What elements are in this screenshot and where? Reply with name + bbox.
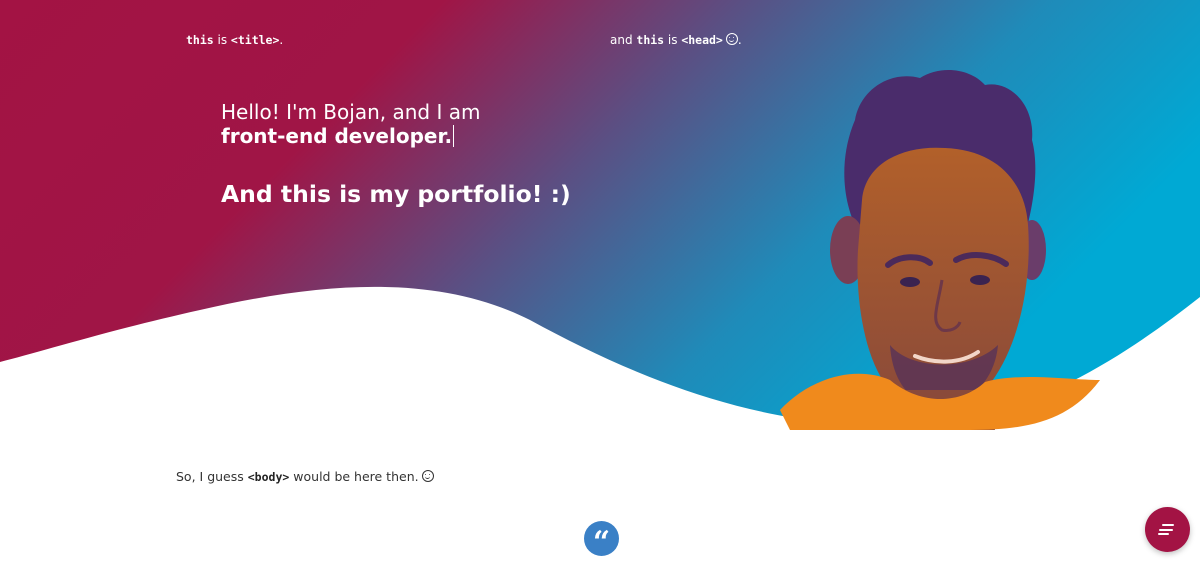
menu-button[interactable] [1145,507,1190,552]
title-note: this is <title>. [186,33,283,47]
menu-icon-bar [1158,533,1169,535]
head-tag: <head> [681,33,723,47]
quote-icon: “ [584,521,619,560]
intro-text: Hello! I'm Bojan, and I am front-end dev… [221,100,480,148]
portrait-photo [780,69,1100,430]
title-tag: <title> [230,33,280,47]
head-note-end: . [737,33,742,47]
head-note-keyword: this [636,33,665,47]
body-tag: <body> [247,470,290,484]
head-note: and this is <head>. [610,33,742,47]
portfolio-headline: And this is my portfolio! :) [221,180,571,208]
title-note-end: . [279,33,284,47]
head-note-middle: is [664,33,682,47]
body-note-prefix: So, I guess [176,469,248,484]
smiley-icon [725,33,738,45]
title-note-middle: is [213,33,231,47]
title-note-keyword: this [186,33,214,47]
typing-cursor [453,125,455,147]
menu-icon-bar [1162,524,1174,526]
menu-icon-bar [1159,528,1173,531]
role-text: front-end developer. [221,124,453,148]
body-note: So, I guess <body> would be here then. [176,469,434,484]
role-line: front-end developer. [221,124,480,148]
smiley-icon [421,470,434,482]
greeting-text: Hello! I'm Bojan, and I am [221,100,481,124]
portfolio-page: this is <title>. and this is <head>. Hel… [0,0,1200,567]
body-note-suffix: would be here then. [289,469,419,484]
head-note-prefix: and [610,33,637,47]
